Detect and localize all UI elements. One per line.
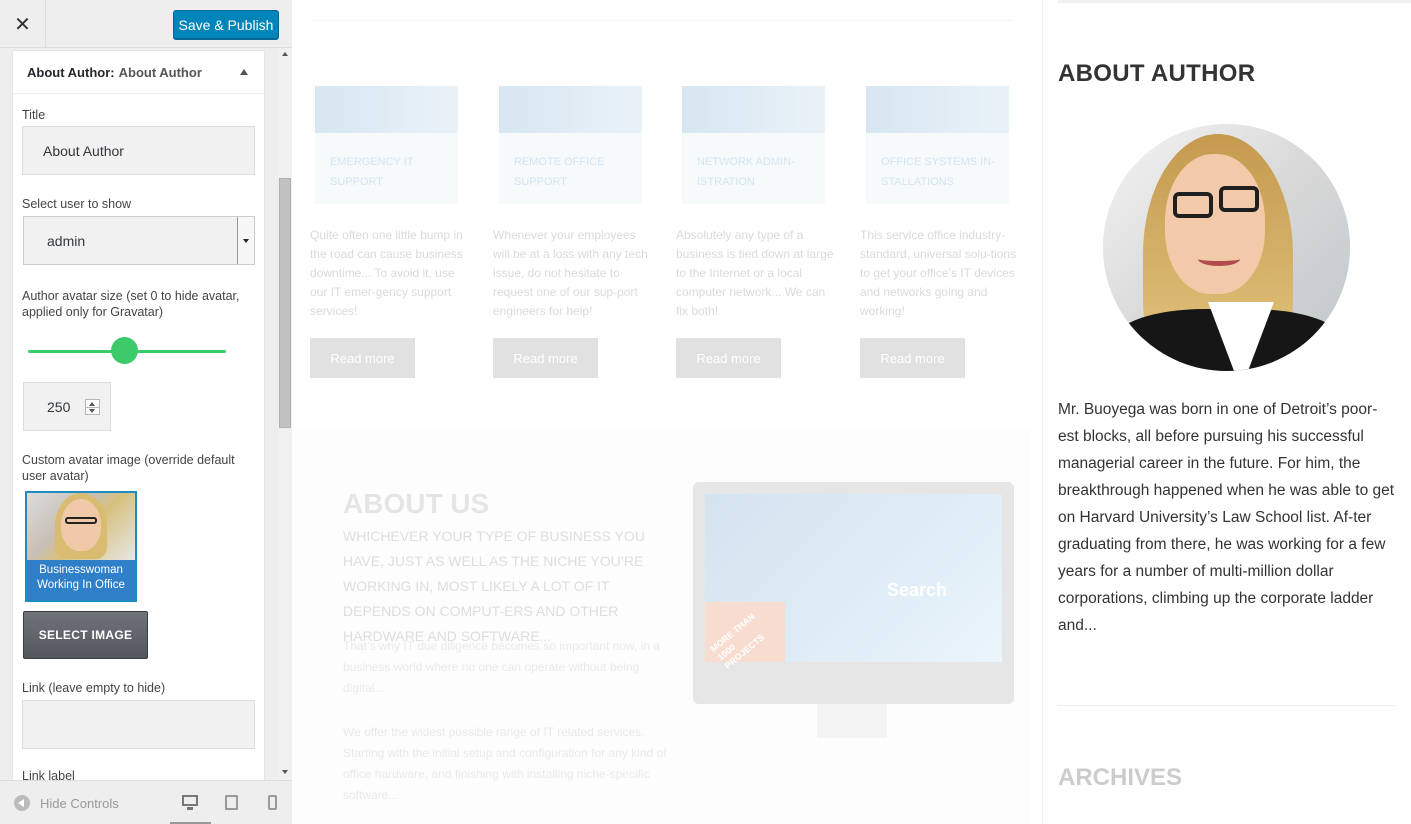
monitor-screen-search-text: Search: [887, 580, 948, 600]
user-select[interactable]: admin: [23, 216, 255, 265]
service-card-image: [682, 86, 825, 133]
custom-avatar-label: Custom avatar image (override default us…: [22, 453, 235, 483]
widget-scroll-area: About Author: About Author Title About A…: [0, 48, 292, 780]
title-input-value: About Author: [43, 142, 124, 159]
custom-avatar-thumbnail[interactable]: Businesswoman Working In Office: [25, 491, 137, 602]
link-input[interactable]: [22, 700, 255, 749]
desktop-icon[interactable]: [182, 795, 198, 810]
about-author-heading: ABOUT AUTHOR: [1058, 60, 1256, 87]
customizer-panel: ✕ Save & Publish About Author: About Aut…: [0, 0, 292, 824]
select-image-button[interactable]: SELECT IMAGE: [23, 611, 148, 659]
tablet-icon[interactable]: [225, 795, 238, 810]
archives-heading: ARCHIVES: [1058, 764, 1183, 791]
widget-title-bar[interactable]: About Author: About Author: [13, 51, 264, 94]
content-divider: [1042, 0, 1043, 824]
avatar-thumbnail-caption: Businesswoman Working In Office: [37, 564, 125, 591]
select-user-label: Select user to show: [22, 197, 132, 211]
sidebar-separator: [1058, 705, 1396, 706]
service-description: Quite often one little bump in the road …: [310, 228, 463, 318]
close-icon: ✕: [14, 12, 31, 36]
collapse-arrow-icon: [14, 795, 30, 811]
service-card-image: [866, 86, 1009, 133]
widget-instance-title: About Author: [118, 64, 202, 80]
save-publish-button[interactable]: Save & Publish: [173, 10, 279, 39]
scroll-down-icon[interactable]: [282, 770, 288, 774]
service-card-image: [315, 86, 458, 133]
service-card-title[interactable]: NETWORK ADMIN-ISTRATION: [697, 152, 817, 192]
scrollbar-thumb[interactable]: [279, 178, 291, 428]
about-us-title: ABOUT US: [343, 488, 490, 519]
service-card-image: [499, 86, 642, 133]
user-select-value: admin: [47, 232, 86, 249]
author-avatar: [1103, 124, 1350, 371]
read-more-button[interactable]: Read more: [676, 338, 781, 378]
read-more-button[interactable]: Read more: [493, 338, 598, 378]
widget-type-label: About Author:: [27, 64, 115, 80]
service-card-title[interactable]: OFFICE SYSTEMS IN-STALLATIONS: [881, 152, 1001, 192]
monitor-illustration: Search MORE THAN 1000 PROJECTS: [693, 482, 1014, 704]
service-card-title[interactable]: REMOTE OFFICE SUPPORT: [514, 152, 634, 192]
read-more-button[interactable]: Read more: [310, 338, 415, 378]
hide-controls-label: Hide Controls: [40, 795, 119, 811]
select-arrow-icon[interactable]: [237, 217, 254, 264]
monitor-ribbon: MORE THAN 1000 PROJECTS: [705, 602, 785, 671]
sidebar-top-border: [1058, 0, 1411, 3]
spin-down-icon[interactable]: [89, 409, 95, 413]
service-description: Absolutely any type of a business is tie…: [676, 228, 834, 318]
link-field-label: Link (leave empty to hide): [22, 681, 166, 695]
about-us-paragraph: We offer the widest possible range of IT…: [343, 725, 667, 802]
customizer-header: ✕ Save & Publish: [0, 0, 292, 48]
monitor-ribbon-text: MORE THAN 1000 PROJECTS: [708, 611, 767, 671]
title-field-label: Title: [22, 108, 46, 122]
read-more-button[interactable]: Read more: [860, 338, 965, 378]
customizer-footer: Hide Controls: [0, 780, 292, 824]
hide-controls-button[interactable]: Hide Controls: [14, 795, 119, 811]
avatar-size-label: Author avatar size (set 0 to hide avatar…: [22, 289, 240, 319]
collapse-caret-icon[interactable]: [240, 69, 248, 75]
scroll-up-icon[interactable]: [282, 52, 288, 56]
avatar-size-slider-handle[interactable]: [111, 337, 138, 364]
service-card-title[interactable]: EMERGENCY IT SUPPORT: [330, 152, 450, 192]
about-us-paragraph: That’s why IT due diligence becomes so i…: [343, 639, 661, 695]
link-label-field-label: Link label: [22, 769, 75, 780]
monitor-stand: [817, 704, 887, 738]
service-description: This service office industry-standard, u…: [860, 228, 1017, 318]
close-customizer-button[interactable]: ✕: [0, 0, 46, 48]
spin-up-icon[interactable]: [89, 402, 95, 406]
mobile-icon[interactable]: [268, 795, 277, 810]
service-description: Whenever your employees will be at a los…: [493, 228, 648, 318]
panel-scrollbar[interactable]: [278, 48, 292, 780]
title-input[interactable]: About Author: [22, 126, 255, 175]
avatar-size-value: 250: [47, 398, 71, 415]
author-bio: Mr. Buoyega was born in one of Detroit’s…: [1058, 401, 1395, 634]
avatar-size-spinner[interactable]: [85, 399, 100, 415]
avatar-thumbnail-image: [27, 493, 135, 560]
about-us-lead: WHICHEVER YOUR TYPE OF BUSINESS YOU HAVE…: [343, 528, 645, 644]
